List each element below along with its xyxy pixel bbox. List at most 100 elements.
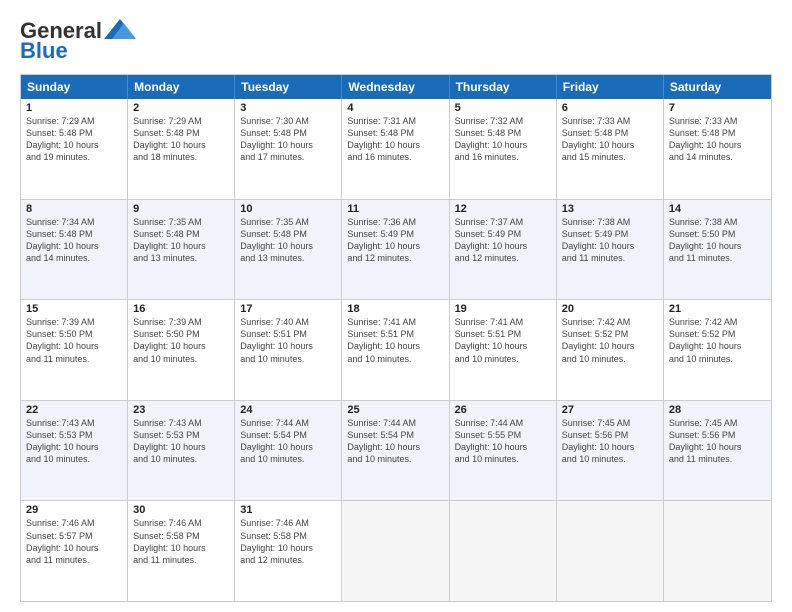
calendar-cell: 28Sunrise: 7:45 AMSunset: 5:56 PMDayligh… (664, 401, 771, 501)
calendar-cell: 11Sunrise: 7:36 AMSunset: 5:49 PMDayligh… (342, 200, 449, 300)
cell-info: Sunrise: 7:30 AMSunset: 5:48 PMDaylight:… (240, 115, 336, 164)
cell-info: Sunrise: 7:35 AMSunset: 5:48 PMDaylight:… (240, 216, 336, 265)
calendar-body: 1Sunrise: 7:29 AMSunset: 5:48 PMDaylight… (21, 99, 771, 601)
calendar-cell: 23Sunrise: 7:43 AMSunset: 5:53 PMDayligh… (128, 401, 235, 501)
week-row-2: 8Sunrise: 7:34 AMSunset: 5:48 PMDaylight… (21, 199, 771, 300)
cell-info: Sunrise: 7:45 AMSunset: 5:56 PMDaylight:… (562, 417, 658, 466)
header-wednesday: Wednesday (342, 75, 449, 99)
header-thursday: Thursday (450, 75, 557, 99)
day-number: 25 (347, 404, 443, 416)
cell-info: Sunrise: 7:36 AMSunset: 5:49 PMDaylight:… (347, 216, 443, 265)
calendar-cell: 13Sunrise: 7:38 AMSunset: 5:49 PMDayligh… (557, 200, 664, 300)
day-number: 6 (562, 102, 658, 114)
calendar-cell: 16Sunrise: 7:39 AMSunset: 5:50 PMDayligh… (128, 300, 235, 400)
calendar-cell: 29Sunrise: 7:46 AMSunset: 5:57 PMDayligh… (21, 501, 128, 601)
cell-info: Sunrise: 7:38 AMSunset: 5:50 PMDaylight:… (669, 216, 766, 265)
calendar: Sunday Monday Tuesday Wednesday Thursday… (20, 74, 772, 602)
cell-info: Sunrise: 7:41 AMSunset: 5:51 PMDaylight:… (347, 316, 443, 365)
calendar-cell: 19Sunrise: 7:41 AMSunset: 5:51 PMDayligh… (450, 300, 557, 400)
cell-info: Sunrise: 7:43 AMSunset: 5:53 PMDaylight:… (133, 417, 229, 466)
cell-info: Sunrise: 7:41 AMSunset: 5:51 PMDaylight:… (455, 316, 551, 365)
calendar-header: Sunday Monday Tuesday Wednesday Thursday… (21, 75, 771, 99)
cell-info: Sunrise: 7:33 AMSunset: 5:48 PMDaylight:… (562, 115, 658, 164)
day-number: 9 (133, 203, 229, 215)
day-number: 3 (240, 102, 336, 114)
cell-info: Sunrise: 7:34 AMSunset: 5:48 PMDaylight:… (26, 216, 122, 265)
calendar-cell: 3Sunrise: 7:30 AMSunset: 5:48 PMDaylight… (235, 99, 342, 199)
day-number: 16 (133, 303, 229, 315)
calendar-cell: 12Sunrise: 7:37 AMSunset: 5:49 PMDayligh… (450, 200, 557, 300)
calendar-cell: 26Sunrise: 7:44 AMSunset: 5:55 PMDayligh… (450, 401, 557, 501)
calendar-cell: 2Sunrise: 7:29 AMSunset: 5:48 PMDaylight… (128, 99, 235, 199)
cell-info: Sunrise: 7:46 AMSunset: 5:58 PMDaylight:… (240, 517, 336, 566)
calendar-cell: 30Sunrise: 7:46 AMSunset: 5:58 PMDayligh… (128, 501, 235, 601)
day-number: 28 (669, 404, 766, 416)
calendar-cell (664, 501, 771, 601)
cell-info: Sunrise: 7:29 AMSunset: 5:48 PMDaylight:… (133, 115, 229, 164)
calendar-cell: 27Sunrise: 7:45 AMSunset: 5:56 PMDayligh… (557, 401, 664, 501)
calendar-cell: 24Sunrise: 7:44 AMSunset: 5:54 PMDayligh… (235, 401, 342, 501)
header-saturday: Saturday (664, 75, 771, 99)
calendar-cell: 21Sunrise: 7:42 AMSunset: 5:52 PMDayligh… (664, 300, 771, 400)
day-number: 15 (26, 303, 122, 315)
calendar-cell: 5Sunrise: 7:32 AMSunset: 5:48 PMDaylight… (450, 99, 557, 199)
cell-info: Sunrise: 7:37 AMSunset: 5:49 PMDaylight:… (455, 216, 551, 265)
cell-info: Sunrise: 7:35 AMSunset: 5:48 PMDaylight:… (133, 216, 229, 265)
day-number: 30 (133, 504, 229, 516)
day-number: 17 (240, 303, 336, 315)
header-sunday: Sunday (21, 75, 128, 99)
logo-blue: Blue (20, 38, 68, 64)
week-row-5: 29Sunrise: 7:46 AMSunset: 5:57 PMDayligh… (21, 500, 771, 601)
cell-info: Sunrise: 7:38 AMSunset: 5:49 PMDaylight:… (562, 216, 658, 265)
day-number: 14 (669, 203, 766, 215)
calendar-cell: 4Sunrise: 7:31 AMSunset: 5:48 PMDaylight… (342, 99, 449, 199)
day-number: 1 (26, 102, 122, 114)
day-number: 21 (669, 303, 766, 315)
cell-info: Sunrise: 7:29 AMSunset: 5:48 PMDaylight:… (26, 115, 122, 164)
logo: General Blue (20, 18, 136, 64)
day-number: 13 (562, 203, 658, 215)
calendar-cell: 9Sunrise: 7:35 AMSunset: 5:48 PMDaylight… (128, 200, 235, 300)
calendar-cell: 22Sunrise: 7:43 AMSunset: 5:53 PMDayligh… (21, 401, 128, 501)
header-friday: Friday (557, 75, 664, 99)
calendar-cell: 18Sunrise: 7:41 AMSunset: 5:51 PMDayligh… (342, 300, 449, 400)
day-number: 10 (240, 203, 336, 215)
cell-info: Sunrise: 7:45 AMSunset: 5:56 PMDaylight:… (669, 417, 766, 466)
day-number: 8 (26, 203, 122, 215)
calendar-cell: 20Sunrise: 7:42 AMSunset: 5:52 PMDayligh… (557, 300, 664, 400)
cell-info: Sunrise: 7:46 AMSunset: 5:57 PMDaylight:… (26, 517, 122, 566)
day-number: 24 (240, 404, 336, 416)
cell-info: Sunrise: 7:43 AMSunset: 5:53 PMDaylight:… (26, 417, 122, 466)
calendar-cell: 14Sunrise: 7:38 AMSunset: 5:50 PMDayligh… (664, 200, 771, 300)
calendar-cell: 7Sunrise: 7:33 AMSunset: 5:48 PMDaylight… (664, 99, 771, 199)
calendar-cell: 8Sunrise: 7:34 AMSunset: 5:48 PMDaylight… (21, 200, 128, 300)
header: General Blue (20, 18, 772, 64)
week-row-3: 15Sunrise: 7:39 AMSunset: 5:50 PMDayligh… (21, 299, 771, 400)
day-number: 2 (133, 102, 229, 114)
day-number: 22 (26, 404, 122, 416)
calendar-cell: 6Sunrise: 7:33 AMSunset: 5:48 PMDaylight… (557, 99, 664, 199)
cell-info: Sunrise: 7:44 AMSunset: 5:54 PMDaylight:… (240, 417, 336, 466)
day-number: 4 (347, 102, 443, 114)
cell-info: Sunrise: 7:44 AMSunset: 5:55 PMDaylight:… (455, 417, 551, 466)
cell-info: Sunrise: 7:42 AMSunset: 5:52 PMDaylight:… (562, 316, 658, 365)
cell-info: Sunrise: 7:46 AMSunset: 5:58 PMDaylight:… (133, 517, 229, 566)
header-tuesday: Tuesday (235, 75, 342, 99)
cell-info: Sunrise: 7:44 AMSunset: 5:54 PMDaylight:… (347, 417, 443, 466)
day-number: 20 (562, 303, 658, 315)
day-number: 29 (26, 504, 122, 516)
day-number: 26 (455, 404, 551, 416)
day-number: 5 (455, 102, 551, 114)
day-number: 11 (347, 203, 443, 215)
calendar-cell: 31Sunrise: 7:46 AMSunset: 5:58 PMDayligh… (235, 501, 342, 601)
calendar-cell: 17Sunrise: 7:40 AMSunset: 5:51 PMDayligh… (235, 300, 342, 400)
calendar-cell (342, 501, 449, 601)
page: General Blue Sunday Monday Tuesday Wedne… (0, 0, 792, 612)
day-number: 12 (455, 203, 551, 215)
calendar-cell (450, 501, 557, 601)
calendar-cell (557, 501, 664, 601)
day-number: 18 (347, 303, 443, 315)
week-row-4: 22Sunrise: 7:43 AMSunset: 5:53 PMDayligh… (21, 400, 771, 501)
cell-info: Sunrise: 7:31 AMSunset: 5:48 PMDaylight:… (347, 115, 443, 164)
day-number: 19 (455, 303, 551, 315)
